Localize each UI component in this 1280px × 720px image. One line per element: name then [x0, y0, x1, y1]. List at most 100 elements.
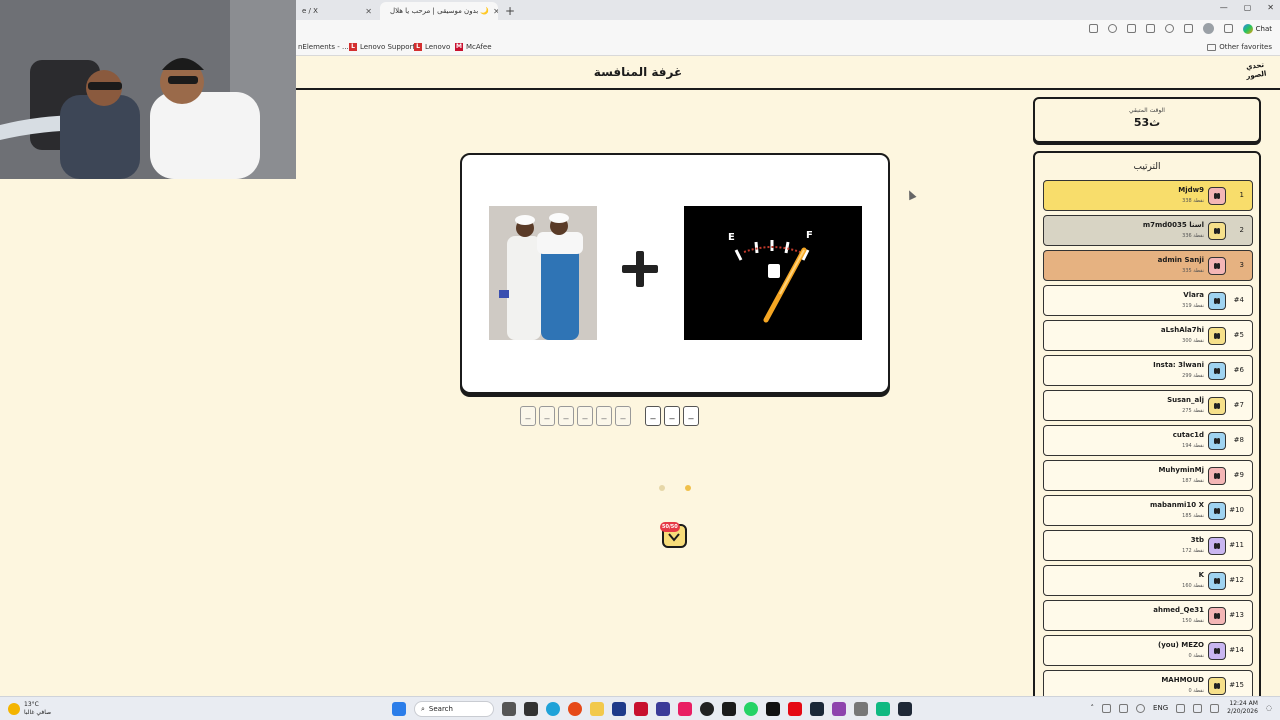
- bookmark-item[interactable]: M McAfee: [455, 43, 492, 51]
- tray-icon[interactable]: [1136, 703, 1146, 713]
- answer-slot[interactable]: _: [596, 406, 612, 426]
- new-tab-button[interactable]: +: [502, 4, 518, 20]
- player-avatar-icon: [1208, 677, 1226, 695]
- battery-icon[interactable]: [1210, 703, 1220, 713]
- browser-tab-active[interactable]: بدون موسيقى | مرحب يا هلال 🌙 ✕: [380, 2, 498, 20]
- close-window-button[interactable]: ✕: [1267, 3, 1274, 12]
- refresh-icon[interactable]: [1126, 24, 1136, 33]
- player-name: MAHMOUD: [1161, 676, 1204, 684]
- steam-icon[interactable]: [810, 702, 824, 716]
- app-icon[interactable]: [876, 702, 890, 716]
- timer-label: الوقت المتبقي: [1129, 107, 1165, 114]
- browser-tab[interactable]: e / X ✕: [296, 2, 378, 20]
- app-icon[interactable]: [832, 702, 846, 716]
- player-name: MuhyminMj: [1158, 466, 1204, 474]
- obs-icon[interactable]: [700, 702, 714, 716]
- page-title: غرفة المنافسة: [593, 65, 683, 79]
- mcafee-icon[interactable]: [634, 702, 648, 716]
- tray-icon[interactable]: [1102, 703, 1112, 713]
- bookmark-label: McAfee: [466, 43, 492, 51]
- ranking-row: #12 K 160 نقطة: [1043, 565, 1253, 596]
- chrome-icon[interactable]: [568, 702, 582, 716]
- player-avatar-icon: [1208, 292, 1226, 310]
- more-menu-icon[interactable]: [1223, 24, 1233, 33]
- site-logo[interactable]: تحدي الصور: [1241, 60, 1272, 86]
- answer-slot[interactable]: _: [645, 406, 661, 426]
- copilot-icon: [1242, 23, 1253, 34]
- file-explorer-icon[interactable]: [590, 702, 604, 716]
- weather-widget[interactable]: 13°C صافي غالبا: [8, 701, 51, 717]
- netflix-icon[interactable]: [788, 702, 802, 716]
- answer-slot[interactable]: _: [539, 406, 555, 426]
- tray-icon[interactable]: [1119, 703, 1129, 713]
- answer-slot[interactable]: _: [520, 406, 536, 426]
- ranking-row: #9 MuhyminMj 187 نقطة: [1043, 460, 1253, 491]
- word-gap: [634, 406, 642, 426]
- app-icon[interactable]: [722, 702, 736, 716]
- player-score: 187 نقطة: [1182, 478, 1204, 484]
- bookmark-label: Lenovo Support: [360, 43, 416, 51]
- whatsapp-icon[interactable]: [744, 702, 758, 716]
- answer-slot[interactable]: _: [664, 406, 680, 426]
- store-icon[interactable]: [612, 702, 626, 716]
- edge-browser-icon[interactable]: [546, 702, 560, 716]
- volume-icon[interactable]: [1193, 703, 1203, 713]
- player-score: 194 نقطة: [1182, 443, 1204, 449]
- profile-avatar[interactable]: [1202, 23, 1214, 34]
- browser-toolbar: Chat: [1088, 23, 1272, 34]
- player-name: ahmed_Qe31: [1153, 606, 1204, 614]
- terminal-icon[interactable]: [898, 702, 912, 716]
- close-tab-icon[interactable]: ✕: [493, 7, 498, 16]
- other-favorites[interactable]: Other favorites: [1207, 43, 1272, 51]
- player-name: Vlara: [1183, 291, 1204, 299]
- collections-icon[interactable]: [1183, 24, 1193, 33]
- men-photo-illustration: [489, 206, 597, 340]
- rank-number: #9: [1233, 471, 1244, 479]
- rank-number: 3: [1239, 261, 1244, 269]
- player-name: K: [1198, 571, 1204, 579]
- player-avatar-icon: [1208, 187, 1226, 205]
- timer-card: الوقت المتبقي 53ث: [1033, 97, 1261, 143]
- split-screen-icon[interactable]: [1145, 24, 1155, 33]
- wifi-icon[interactable]: [1176, 703, 1186, 713]
- answer-slot[interactable]: _: [558, 406, 574, 426]
- tiktok-icon[interactable]: [766, 702, 780, 716]
- chevron-up-icon[interactable]: ˄: [1091, 704, 1095, 712]
- favorite-star-icon[interactable]: [1107, 24, 1117, 33]
- translate-icon[interactable]: [1088, 24, 1098, 33]
- player-name: Insta: 3lwani: [1153, 361, 1204, 369]
- clock-date: 2/20/2026: [1227, 708, 1258, 715]
- ranking-row: #6 Insta: 3lwani 299 نقطة: [1043, 355, 1253, 386]
- bookmark-item[interactable]: L Lenovo: [414, 43, 450, 51]
- app-icon[interactable]: [656, 702, 670, 716]
- bookmark-item[interactable]: nElements - ...: [298, 43, 349, 51]
- copilot-chat-button[interactable]: Chat: [1242, 23, 1272, 34]
- answer-slot[interactable]: _: [683, 406, 699, 426]
- maximize-button[interactable]: ▢: [1244, 3, 1252, 12]
- rank-number: #13: [1229, 611, 1244, 619]
- start-windows-icon[interactable]: [392, 702, 406, 716]
- rank-number: #7: [1233, 401, 1244, 409]
- settings-gear-icon[interactable]: [854, 702, 868, 716]
- notification-bell-icon[interactable]: ◌: [1266, 704, 1272, 712]
- close-tab-icon[interactable]: ✕: [365, 7, 372, 16]
- favorites-icon[interactable]: [1164, 24, 1174, 33]
- weather-temp: 13°C: [24, 701, 39, 708]
- bookmark-item[interactable]: L Lenovo Support: [349, 43, 415, 51]
- task-view-icon[interactable]: [524, 702, 538, 716]
- player-score: 300 نقطة: [1182, 338, 1204, 344]
- taskbar-search[interactable]: ⌕ Search: [414, 701, 494, 717]
- minimize-button[interactable]: —: [1220, 3, 1228, 12]
- answer-slot[interactable]: _: [577, 406, 593, 426]
- game-controller-icon[interactable]: [502, 702, 516, 716]
- weather-desc: صافي غالبا: [24, 709, 52, 716]
- tab-title: e / X: [302, 7, 318, 15]
- player-avatar-icon: [1208, 432, 1226, 450]
- ranking-row: #4 Vlara 319 نقطة: [1043, 285, 1253, 316]
- loading-dot: [685, 485, 691, 491]
- language-indicator[interactable]: ENG: [1153, 704, 1168, 712]
- answer-slot[interactable]: _: [615, 406, 631, 426]
- clock[interactable]: 12:24 AM 2/20/2026: [1227, 700, 1258, 716]
- settings-app-icon[interactable]: [678, 702, 692, 716]
- player-name: cutac1d: [1172, 431, 1204, 439]
